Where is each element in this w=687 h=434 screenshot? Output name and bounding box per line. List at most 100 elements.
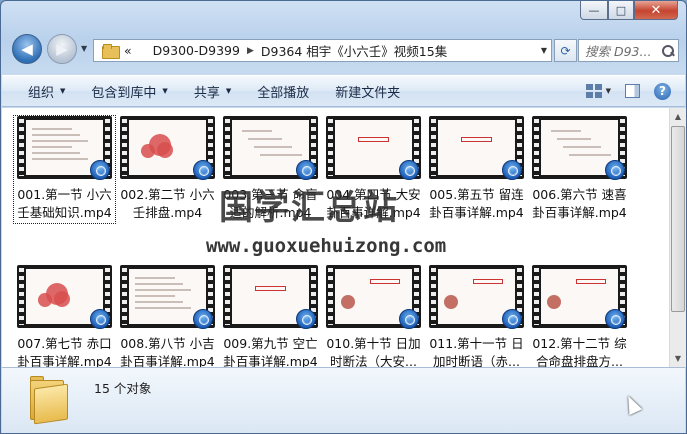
file-name: 010.第十节 日加 时断法（大安... [323, 335, 424, 367]
preview-pane-icon[interactable] [625, 84, 640, 98]
scroll-up-icon[interactable]: ▲ [670, 108, 686, 125]
refresh-button[interactable]: ⟳ [554, 39, 577, 62]
new-folder-label: 新建文件夹 [335, 85, 401, 101]
vertical-scrollbar[interactable]: ▲ ▼ [669, 108, 686, 367]
explorer-window: — □ ✕ ◀ ▶ ▼ « ▶ D9300-D9399 ▶ D9364 相宇《小… [0, 0, 687, 434]
navigation-bar: ◀ ▶ ▼ « ▶ D9300-D9399 ▶ D9364 相宇《小六壬》视频1… [9, 32, 679, 66]
media-player-icon [502, 309, 522, 329]
file-name-line: 010.第十节 日加 [326, 336, 421, 351]
chevron-down-icon[interactable]: ▼ [606, 87, 611, 95]
breadcrumb-item-parent[interactable]: D9300-D9399 [153, 43, 240, 58]
organize-menu[interactable]: 组织 ▼ [2, 82, 78, 101]
file-name: 002.第二节 小六 壬排盘.mp4 [117, 186, 218, 222]
chevron-down-icon: ▼ [162, 87, 168, 95]
file-name-line: 007.第七节 赤口 [17, 336, 112, 351]
minimize-button[interactable]: — [580, 1, 608, 20]
watermark-text: 国学汇总站 [219, 188, 399, 228]
file-name-line: 卦百事详解.mp4 [429, 205, 524, 220]
file-name-line: 时断法（大安... [330, 354, 417, 367]
file-name-line: 012.第十二节 综 [532, 336, 627, 351]
chevron-down-icon: ▼ [225, 87, 232, 95]
chevron-down-icon[interactable]: ▼ [541, 46, 547, 55]
file-name-line: 008.第八节 小吉 [120, 336, 215, 351]
file-item[interactable]: 001.第一节 小六 壬基础知识.mp4 [13, 115, 116, 224]
breadcrumb: « ▶ D9300-D9399 ▶ D9364 相宇《小六壬》视频15集 [124, 41, 447, 60]
forward-button[interactable]: ▶ [47, 34, 77, 64]
file-item[interactable]: 009.第九节 空亡 卦百事详解.mp4 [220, 265, 321, 367]
file-name-line: 卦百事详解.mp4 [532, 205, 627, 220]
file-name-line: 005.第五节 留连 [429, 187, 524, 202]
details-pane: 15 个对象 [2, 367, 685, 433]
command-bar: 组织 ▼ 包含到库中 ▼ 共享 ▼ 全部播放 新建文件夹 ▼ ? [2, 75, 685, 107]
caption-buttons: — □ ✕ [580, 1, 678, 20]
view-options-icon[interactable] [585, 84, 602, 98]
address-bar[interactable]: « ▶ D9300-D9399 ▶ D9364 相宇《小六壬》视频15集 ▼ [93, 39, 552, 62]
share-menu[interactable]: 共享 ▼ [181, 82, 244, 101]
media-player-icon [399, 160, 419, 180]
file-item[interactable]: 007.第七节 赤口 卦百事详解.mp4 [14, 265, 115, 367]
breadcrumb-separator-icon[interactable]: ▶ [247, 46, 254, 56]
file-item[interactable]: 011.第十一节 日加时断语（赤... [426, 265, 527, 367]
help-icon[interactable]: ? [654, 82, 671, 100]
folder-icon [30, 376, 70, 425]
file-name: 007.第七节 赤口 卦百事详解.mp4 [14, 335, 115, 367]
file-name: 001.第一节 小六 壬基础知识.mp4 [14, 186, 115, 222]
file-item[interactable]: 002.第二节 小六 壬排盘.mp4 [117, 116, 218, 223]
close-button[interactable]: ✕ [634, 1, 678, 20]
file-name-line: 卦百事详解.mp4 [223, 354, 318, 367]
media-player-icon [399, 309, 419, 329]
maximize-button[interactable]: □ [608, 1, 634, 20]
file-item[interactable]: 005.第五节 留连 卦百事详解.mp4 [426, 116, 527, 223]
arrow-right-icon: ▶ [56, 40, 68, 58]
file-name-line: 卦百事详解.mp4 [17, 354, 112, 367]
file-name-line: 002.第二节 小六 [120, 187, 215, 202]
file-name-line: 卦百事详解.mp4 [120, 354, 215, 367]
item-count: 15 个对象 [94, 381, 152, 396]
refresh-icon: ⟳ [560, 43, 571, 58]
back-button[interactable]: ◀ [12, 34, 42, 64]
breadcrumb-overflow[interactable]: « [124, 43, 132, 58]
file-name-line: 合命盘排盘方... [536, 354, 623, 367]
file-name: 008.第八节 小吉 卦百事详解.mp4 [117, 335, 218, 367]
share-label: 共享 [193, 85, 220, 101]
file-name-line: 009.第九节 空亡 [223, 336, 318, 351]
file-item[interactable]: 012.第十二节 综合命盘排盘方... [529, 265, 630, 367]
file-name-line: 加时断语（赤... [433, 354, 520, 367]
scrollbar-thumb[interactable] [671, 126, 685, 312]
search-placeholder: 搜索 D93... [585, 44, 652, 59]
file-name: 012.第十二节 综合命盘排盘方... [529, 335, 630, 367]
media-player-icon [193, 160, 213, 180]
file-name: 006.第六节 速喜 卦百事详解.mp4 [529, 186, 630, 222]
media-player-icon [90, 160, 110, 180]
media-player-icon [605, 309, 625, 329]
media-player-icon [90, 309, 110, 329]
media-player-icon [296, 309, 316, 329]
file-name: 009.第九节 空亡 卦百事详解.mp4 [220, 335, 321, 367]
include-in-library-menu[interactable]: 包含到库中 ▼ [78, 82, 180, 101]
scroll-down-icon[interactable]: ▼ [670, 350, 686, 367]
organize-label: 组织 [28, 85, 55, 101]
file-name-line: 006.第六节 速喜 [532, 187, 627, 202]
recent-pages-dropdown[interactable]: ▼ [81, 44, 87, 53]
watermark-url: www.guoxuehuizong.com [206, 235, 447, 257]
file-item[interactable]: 006.第六节 速喜 卦百事详解.mp4 [529, 116, 630, 223]
search-icon[interactable] [662, 44, 674, 57]
media-player-icon [605, 160, 625, 180]
folder-icon [102, 44, 120, 59]
file-item[interactable]: 008.第八节 小吉 卦百事详解.mp4 [117, 265, 218, 367]
file-name: 011.第十一节 日加时断语（赤... [426, 335, 527, 367]
arrow-left-icon: ◀ [21, 40, 33, 58]
include-in-library-label: 包含到库中 [91, 85, 157, 101]
media-player-icon [502, 160, 522, 180]
file-item[interactable]: 010.第十节 日加 时断法（大安... [323, 265, 424, 367]
file-name-line: 壬排盘.mp4 [132, 205, 203, 220]
search-input[interactable]: 搜索 D93... [578, 39, 679, 62]
new-folder-button[interactable]: 新建文件夹 [322, 82, 413, 101]
mouse-cursor-icon [621, 392, 643, 416]
media-player-icon [193, 309, 213, 329]
media-player-icon [296, 160, 316, 180]
file-name: 005.第五节 留连 卦百事详解.mp4 [426, 186, 527, 222]
play-all-button[interactable]: 全部播放 [244, 82, 322, 101]
file-name-line: 011.第十一节 日 [429, 336, 524, 351]
breadcrumb-item-current[interactable]: D9364 相宇《小六壬》视频15集 [261, 41, 447, 60]
